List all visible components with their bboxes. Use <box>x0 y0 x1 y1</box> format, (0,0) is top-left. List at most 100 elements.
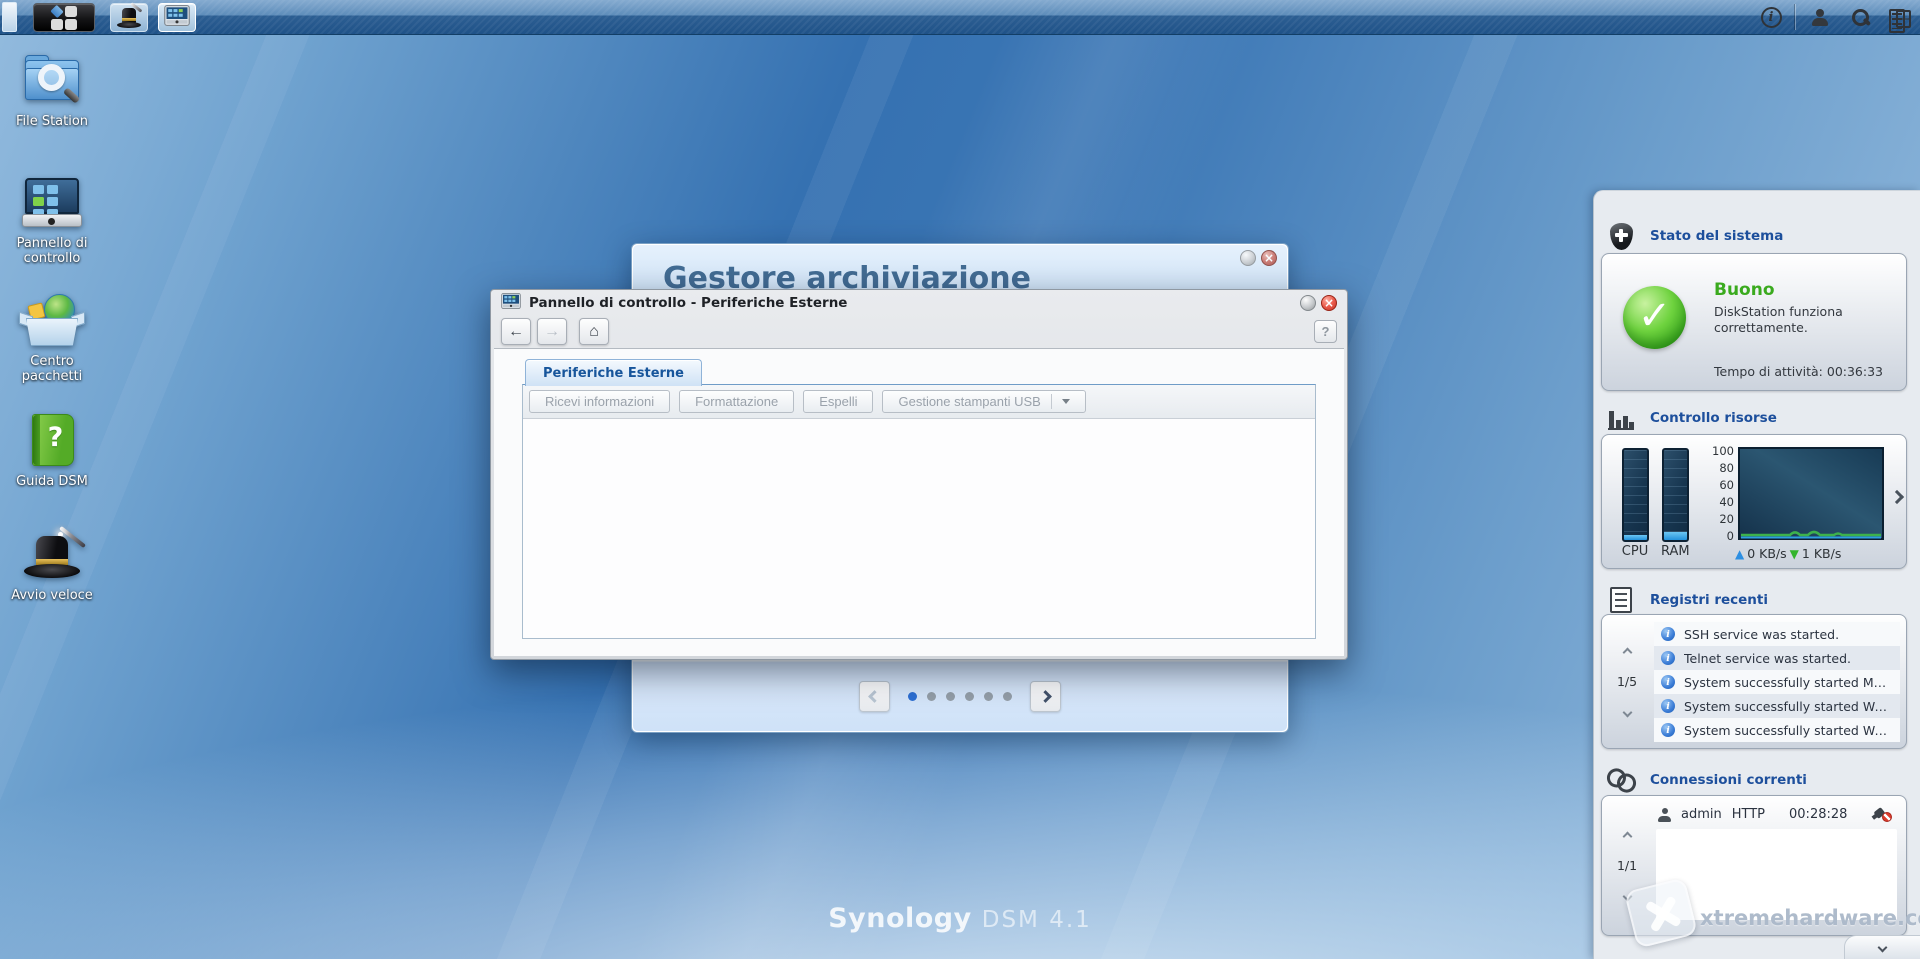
info-icon: i <box>1661 723 1675 737</box>
cpu-gauge <box>1622 448 1649 542</box>
info-icon: i <box>1661 699 1675 713</box>
user-icon <box>1811 9 1829 26</box>
section-title: Controllo risorse <box>1650 410 1777 426</box>
magic-hat-icon <box>17 526 87 584</box>
disconnect-button[interactable] <box>1874 807 1892 822</box>
connections-page-up-button[interactable] <box>1622 826 1633 845</box>
close-button[interactable]: × <box>1321 295 1337 311</box>
control-panel-content: Periferiche Esterne Ricevi informazioni … <box>494 348 1344 656</box>
dropdown-caret-icon <box>1062 399 1070 404</box>
cpu-label: CPU <box>1621 544 1649 559</box>
ban-icon <box>1882 812 1892 822</box>
close-icon: × <box>1264 252 1274 264</box>
dsm-version: DSM 4.1 <box>982 907 1092 933</box>
sidebar-collapse-button[interactable] <box>1844 935 1920 959</box>
control-panel-device-icon <box>17 174 87 232</box>
page-dot[interactable] <box>908 692 917 701</box>
taskbar-quick-start-button[interactable] <box>110 3 148 32</box>
page-dot[interactable] <box>927 692 936 701</box>
external-devices-panel: Periferiche Esterne Ricevi informazioni … <box>522 384 1316 639</box>
shield-icon <box>1607 223 1635 250</box>
device-list-empty-area <box>523 419 1315 638</box>
page-dot[interactable] <box>965 692 974 701</box>
desktop-icon-quick-start[interactable]: Avvio veloce <box>0 526 104 603</box>
control-panel-titlebar[interactable]: Pannello di controllo - Periferiche Este… <box>491 290 1347 315</box>
connection-row: admin HTTP 00:28:28 <box>1658 807 1892 822</box>
page-dot[interactable] <box>946 692 955 701</box>
desktop-icon-file-station[interactable]: File Station <box>0 52 104 129</box>
next-page-button[interactable] <box>1030 681 1061 712</box>
taskbar: i <box>0 0 1920 35</box>
taskbar-divider <box>1795 4 1796 30</box>
minimize-button[interactable] <box>1300 295 1316 311</box>
forward-button[interactable]: → <box>537 318 567 345</box>
forward-arrow-icon: → <box>544 323 560 341</box>
control-panel-title: Pannello di controllo - Periferiche Este… <box>529 295 847 311</box>
control-panel-toolbar: ← → ⌂ ? <box>491 315 1347 348</box>
info-icon: i <box>1661 627 1675 641</box>
minimize-button[interactable] <box>1240 250 1256 266</box>
show-desktop-button[interactable] <box>2 2 17 32</box>
dsm-branding: Synology DSM 4.1 <box>760 903 1160 934</box>
user-menu-button[interactable] <box>1800 0 1840 34</box>
download-arrow-icon: ▼ <box>1790 547 1799 561</box>
magic-hat-icon <box>117 7 141 29</box>
logs-pager: 1/5 <box>1602 615 1652 748</box>
system-info-button[interactable]: i <box>1751 0 1791 34</box>
resource-monitor-box: CPU RAM 100 80 60 40 20 0 <box>1601 434 1907 569</box>
chevron-up-icon <box>1622 832 1632 842</box>
desktop-icon-package-center[interactable]: Centro pacchetti <box>0 292 104 385</box>
taskbar-right-group: i <box>1751 0 1920 34</box>
eject-button[interactable]: Espelli <box>803 390 873 413</box>
axis-tick: 40 <box>1719 495 1734 509</box>
network-io-readout: ▲ 0 KB/s ▼ 1 KB/s <box>1735 546 1841 561</box>
search-button[interactable] <box>1840 0 1880 34</box>
system-status-header: Stato del sistema <box>1607 221 1910 251</box>
system-status-box: ✓ Buono DiskStation funziona correttamen… <box>1601 253 1907 391</box>
logs-page-down-button[interactable] <box>1622 702 1633 721</box>
button-divider <box>1051 394 1052 409</box>
log-text: System successfully started Web S... <box>1684 699 1893 714</box>
get-info-button[interactable]: Ricevi informazioni <box>529 390 670 413</box>
tab-periferiche-esterne[interactable]: Periferiche Esterne <box>525 359 702 386</box>
home-icon: ⌂ <box>589 323 599 341</box>
help-button[interactable]: ? <box>1314 320 1337 343</box>
watermark-text: xtremehardware.com <box>1700 906 1920 930</box>
desktop-icon-dsm-help[interactable]: ? Guida DSM <box>0 412 104 489</box>
back-button[interactable]: ← <box>501 318 531 345</box>
status-description: DiskStation funziona correttamente. <box>1714 304 1884 335</box>
format-button[interactable]: Formattazione <box>679 390 794 413</box>
pilot-view-button[interactable] <box>1880 0 1920 34</box>
logs-page-up-button[interactable] <box>1622 642 1633 661</box>
main-menu-button[interactable] <box>33 3 95 32</box>
log-row: iTelnet service was started. <box>1654 646 1900 670</box>
connections-page-indicator: 1/1 <box>1617 858 1637 873</box>
main-menu-icon <box>51 6 78 30</box>
synology-logo: Synology <box>828 903 972 934</box>
chevron-right-icon <box>1890 490 1904 504</box>
taskbar-control-panel-button[interactable] <box>158 3 196 32</box>
axis-tick: 80 <box>1719 461 1734 475</box>
open-resource-monitor-button[interactable] <box>1892 490 1902 505</box>
connection-duration: 00:28:28 <box>1789 807 1847 822</box>
widget-sidebar: Stato del sistema ✓ Buono DiskStation fu… <box>1593 190 1920 959</box>
connection-user: admin <box>1681 807 1722 822</box>
current-connections-header: Connessioni correnti <box>1607 765 1910 795</box>
network-traffic-chart <box>1738 447 1884 544</box>
previous-page-button[interactable] <box>859 681 890 712</box>
axis-tick: 20 <box>1719 512 1734 526</box>
page-dot[interactable] <box>984 692 993 701</box>
close-button[interactable]: × <box>1261 250 1277 266</box>
desktop-icon-control-panel[interactable]: Pannello di controllo <box>0 174 104 267</box>
status-ok-icon: ✓ <box>1623 286 1686 349</box>
desktop-icon-label: Avvio veloce <box>0 588 104 603</box>
dsm-desktop: i File Station Pannello di controllo <box>0 0 1920 959</box>
section-title: Registri recenti <box>1650 592 1768 608</box>
bar-chart-icon <box>1607 406 1635 430</box>
page-dot[interactable] <box>1003 692 1012 701</box>
recent-logs-header: Registri recenti <box>1607 585 1910 615</box>
usb-printer-manager-button[interactable]: Gestione stampanti USB <box>882 390 1085 413</box>
upload-arrow-icon: ▲ <box>1735 547 1744 561</box>
log-text: System successfully started Mysql... <box>1684 675 1893 690</box>
home-button[interactable]: ⌂ <box>579 318 609 345</box>
